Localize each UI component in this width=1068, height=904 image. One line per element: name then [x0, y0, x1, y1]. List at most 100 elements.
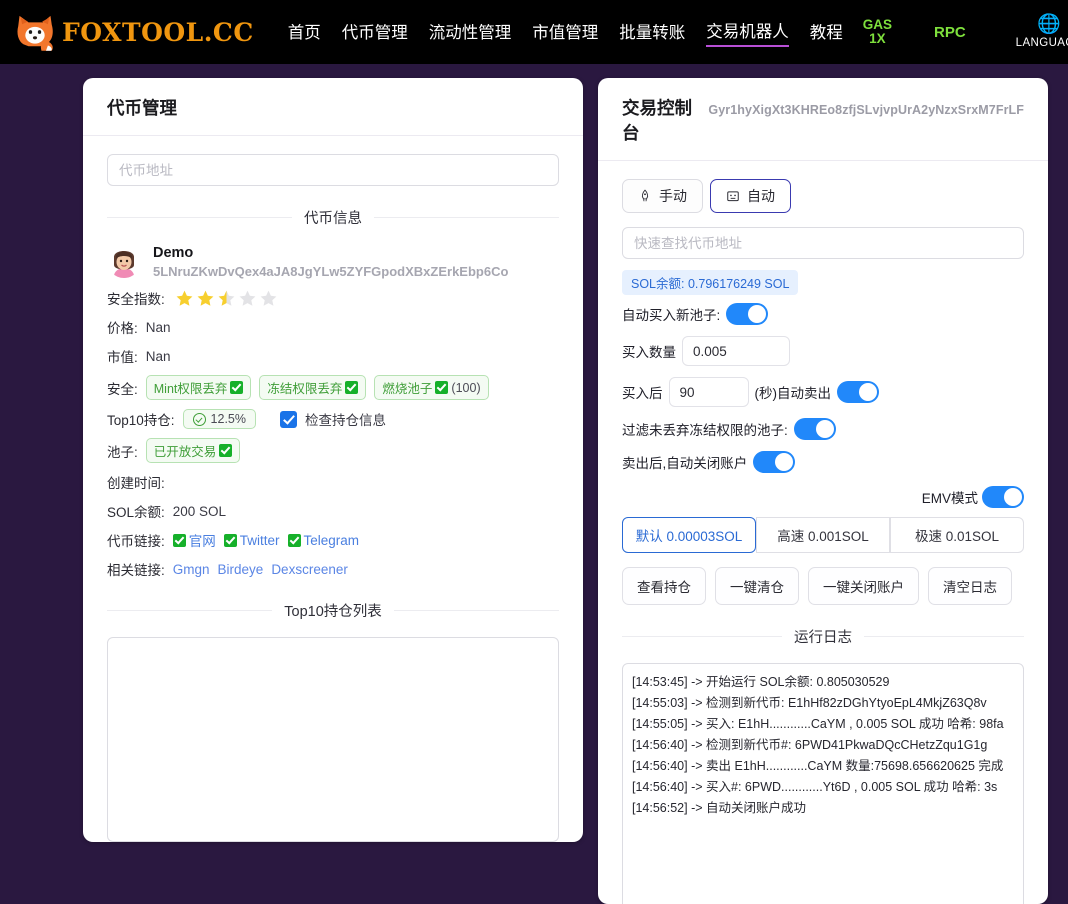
star-icon-full-1 [176, 290, 193, 306]
token-links-label: 代币链接: [107, 534, 165, 550]
top-navbar: FOXTOOL.CC 首页 代币管理 流动性管理 市值管理 批量转账 交易机器人… [0, 0, 1068, 64]
token-link-twitter[interactable]: Twitter [223, 532, 280, 548]
page-body: 代币管理 代币信息 [0, 64, 1068, 904]
fee-tier-turbo[interactable]: 极速 0.01SOL [890, 517, 1024, 553]
price-value: Nan [145, 319, 171, 335]
nav-item-tutorial[interactable]: 教程 [810, 19, 843, 46]
auto-close-account-toggle[interactable] [753, 451, 796, 473]
price-label: 价格: [107, 321, 138, 337]
token-management-card: 代币管理 代币信息 [83, 78, 583, 843]
token-info-section-title: 代币信息 [107, 207, 559, 228]
buy-amount-input[interactable] [682, 336, 790, 366]
rpc-button[interactable]: RPC [934, 24, 966, 41]
close-accounts-button[interactable]: 一键关闭账户 [808, 567, 919, 605]
badge-mint-authority-revoked: Mint权限丢弃 [145, 375, 252, 401]
nav-item-token-management[interactable]: 代币管理 [342, 19, 408, 46]
check-icon [287, 533, 301, 547]
token-address: 5LNruZKwDvQex4aJA8JgYLw5ZYFGpodXBxZErkEb… [153, 264, 509, 280]
badge-burned-pool: 燃烧池子 (100) [374, 375, 489, 401]
created-time-row: 创建时间: [107, 472, 559, 492]
tab-auto[interactable]: 自动 [710, 179, 791, 213]
gas-label: GAS [862, 16, 892, 32]
check-icon [223, 533, 237, 547]
quick-search-token-input[interactable] [622, 227, 1024, 259]
auto-sell-toggle[interactable] [837, 381, 879, 403]
pool-label: 池子: [107, 444, 138, 460]
nav-item-marketcap-management[interactable]: 市值管理 [532, 19, 598, 46]
tab-manual[interactable]: 手动 [622, 179, 703, 213]
auto-sell-seconds-input[interactable] [668, 377, 749, 407]
token-link-telegram[interactable]: Telegram [287, 532, 360, 548]
top10-row: Top10持仓: 12.5% 检查持仓信息 [107, 409, 559, 430]
fee-tier-fast[interactable]: 高速 0.001SOL [756, 517, 890, 553]
marketcap-row: 市值: Nan [107, 346, 559, 366]
top10-list-section-label: Top10持仓列表 [284, 604, 382, 621]
clear-logs-button[interactable]: 清空日志 [928, 567, 1012, 605]
related-link-birdeye[interactable]: Birdeye [218, 562, 264, 577]
robot-icon [727, 191, 739, 202]
check-icon [345, 381, 359, 395]
emv-mode-label: EMV模式 [921, 491, 978, 506]
fee-tier-segmented-control: 默认 0.00003SOL 高速 0.001SOL 极速 0.01SOL [622, 517, 1024, 553]
log-line: [14:55:05] -> 买入: E1hH............CaYM ,… [632, 717, 1004, 731]
badge-freeze-label: 冻结权限丢弃 [267, 382, 343, 397]
mode-tabs: 手动 自动 [622, 179, 1024, 213]
token-link-telegram-label: Telegram [303, 532, 360, 548]
badge-burn-label: 燃烧池子 [382, 382, 433, 397]
run-log-section-label: 运行日志 [794, 630, 852, 646]
language-selector[interactable]: 🌐 LANGUAGE [1015, 14, 1068, 50]
check-icon [230, 381, 244, 395]
nav-item-batch-transfer[interactable]: 批量转账 [619, 19, 685, 46]
token-address-input[interactable] [107, 154, 559, 186]
top10-list-section-title: Top10持仓列表 [107, 600, 559, 621]
buy-amount-label: 买入数量 [622, 345, 676, 360]
auto-buy-new-pool-label: 自动买入新池子: [622, 308, 721, 323]
check-circle-icon [192, 412, 206, 426]
log-line: [14:53:45] -> 开始运行 SOL余额: 0.805030529 [632, 675, 890, 689]
badge-burn-suffix: (100) [451, 380, 481, 395]
security-index-row: 安全指数: [107, 288, 559, 308]
logo[interactable]: FOXTOOL.CC [14, 12, 254, 52]
check-icon [219, 444, 233, 458]
toggle-knob [815, 420, 834, 438]
gas-value: 1X [869, 31, 886, 46]
trading-console-body: 手动 自动 SOL余额: 0.796176249 SOL 自动买入新池子: [598, 161, 1048, 904]
top10-holdings-textarea[interactable] [107, 637, 559, 843]
sol-balance-pill: SOL余额: 0.796176249 SOL [622, 270, 799, 295]
top10-label: Top10持仓: [107, 413, 175, 429]
auto-sell-after-label: 买入后 [622, 386, 663, 401]
gas-indicator[interactable]: GAS 1X [862, 16, 892, 46]
run-log-box[interactable]: [14:53:45] -> 开始运行 SOL余额: 0.805030529 [1… [622, 663, 1024, 904]
buy-amount-row: 买入数量 [622, 336, 1024, 366]
language-label: LANGUAGE [1015, 36, 1068, 49]
token-info-section-label: 代币信息 [304, 211, 362, 227]
emv-mode-row: EMV模式 [622, 486, 1024, 508]
view-holdings-button[interactable]: 查看持仓 [622, 567, 706, 605]
filter-freeze-authority-label: 过滤未丢弃冻结权限的池子: [622, 423, 788, 438]
emv-mode-toggle[interactable] [982, 486, 1024, 508]
related-link-gmgn[interactable]: Gmgn [173, 562, 210, 577]
star-icon-full-2 [197, 290, 214, 306]
auto-buy-new-pool-row: 自动买入新池子: [622, 303, 1024, 325]
token-link-website[interactable]: 官网 [172, 530, 216, 550]
auto-buy-new-pool-toggle[interactable] [726, 303, 769, 325]
token-management-body: 代币信息 Demo 5L [83, 136, 583, 847]
token-name: Demo [153, 245, 194, 261]
token-identity: Demo 5LNruZKwDvQex4aJA8JgYLw5ZYFGpodXBxZ… [107, 244, 559, 279]
clear-positions-button[interactable]: 一键清仓 [715, 567, 799, 605]
badge-mint-label: Mint权限丢弃 [153, 382, 228, 397]
marketcap-label: 市值: [107, 350, 138, 366]
tab-auto-label: 自动 [747, 188, 775, 204]
nav-item-home[interactable]: 首页 [288, 19, 321, 46]
nav-item-trading-bot[interactable]: 交易机器人 [706, 18, 789, 47]
security-label: 安全: [107, 381, 138, 397]
log-line: [14:56:40] -> 卖出 E1hH............CaYM 数量… [632, 759, 1004, 773]
nav-item-liquidity-management[interactable]: 流动性管理 [429, 19, 512, 46]
fee-tier-default[interactable]: 默认 0.00003SOL [622, 517, 756, 553]
check-icon [172, 533, 186, 547]
filter-freeze-authority-toggle[interactable] [793, 418, 836, 440]
related-link-dexscreener[interactable]: Dexscreener [271, 562, 348, 577]
check-holdings-checkbox[interactable] [280, 410, 297, 428]
token-link-twitter-label: Twitter [239, 532, 280, 548]
trading-console-header: 交易控制台 Gyr1hyXigXt3KHREo8zfjSLvjvpUrA2yNz… [598, 78, 1048, 161]
